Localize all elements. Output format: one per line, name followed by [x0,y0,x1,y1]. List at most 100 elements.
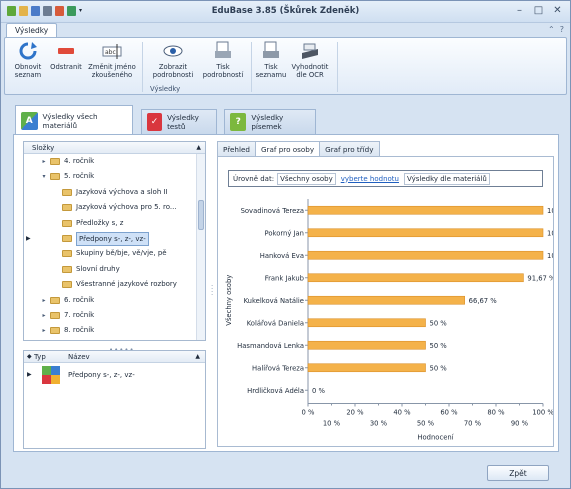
folder-icon [62,234,72,242]
chevron-down-icon[interactable]: ▾ [40,169,48,184]
ribbon-tab-vysledky[interactable]: Výsledky [6,23,58,38]
tree-item[interactable]: ▾ 5. ročník [24,169,205,184]
close-icon[interactable]: ✕ [549,4,566,18]
window-title: EduBase 3.85 (Škůrek Zdeněk) [211,6,360,16]
help-icon[interactable]: ? [560,25,564,34]
tree-item-label: 8. ročník [64,326,95,335]
refresh-button[interactable]: Obnovit seznam [11,41,45,79]
x-tick-label: 60 % [440,409,458,417]
category-label: Sovadinová Tereza [241,207,304,215]
rename-button[interactable]: abc Změnit jméno zkoušeného [87,41,137,79]
chevron-right-icon[interactable]: ▸ [40,323,48,338]
folder-icon [62,204,72,212]
x-tick-label: 100 % [532,409,553,417]
chevron-right-icon[interactable]: ▸ [40,293,48,308]
tab-written-exams[interactable]: ? Výsledky písemek [224,109,316,134]
graph-content: Úrovně dat: Všechny osoby vyberte hodnot… [217,156,554,447]
list-header: ◆ Typ Název ▲ [24,351,205,363]
data-levels-bar: Úrovně dat: Všechny osoby vyberte hodnot… [228,170,543,187]
rename-icon: abc [102,41,122,61]
tree-item[interactable]: ▸ 8. ročník [24,323,205,338]
content-panel: Složky ▲ ▸ 4. ročník ▾ 5. ročník Jazyková vý… [13,134,559,452]
tree-item[interactable]: Skupiny bě/bje, vě/vje, pě [24,246,205,261]
tree-item[interactable]: ▶ Předpony s-, z-, vz- [24,231,205,246]
results-bar-chart: Sovadinová Tereza 100 % Pokorný Jan 100 % Ha… [225,199,553,442]
folder-icon [62,219,72,227]
folder-icon [50,296,60,304]
tree-header[interactable]: Složky ▲ [24,142,205,154]
category-label: Hrdličková Adéla [247,387,304,395]
chevron-up-icon[interactable]: ⌃ [548,25,555,34]
tree-item[interactable]: Jazyková výchova pro 5. ro... [24,200,205,215]
tree-item-label: Jazyková výchova a sloh II [76,187,168,196]
vertical-splitter[interactable]: · · · · [211,283,213,299]
bar [307,295,465,305]
title-bar: ▾ EduBase 3.85 (Škůrek Zdeněk) – □ ✕ [1,1,570,23]
bar [307,205,544,215]
tree-item[interactable]: Jazyková výchova a sloh II [24,185,205,200]
print-details-button[interactable]: Tisk podrobností [201,41,245,79]
list-item-name: Předpony s-, z-, vz- [68,371,135,379]
level-select-value[interactable]: vyberte hodnotu [339,174,401,184]
level-all-persons[interactable]: Všechny osoby [277,172,336,185]
written-exam-icon: ? [230,113,247,131]
ribbon-separator [337,42,338,92]
tree-item[interactable]: Předložky s, z [24,216,205,231]
delete-icon [56,41,76,61]
chevron-right-icon[interactable]: ▸ [40,308,48,323]
back-button[interactable]: Zpět [487,465,549,481]
folder-icon [50,173,60,181]
delete-button[interactable]: Odstranit [49,41,83,71]
chevron-right-icon[interactable]: ▸ [40,339,48,340]
x-tick-label: 20 % [346,409,364,417]
category-label: Kolářová Daniela [247,319,304,327]
data-label: 66,67 % [469,297,498,305]
tab-all-materials[interactable]: A Výsledky všech materiálů [15,105,133,135]
tab-graph-classes[interactable]: Graf pro třídy [319,141,380,157]
column-name[interactable]: Název [68,351,90,363]
tree-item[interactable]: Slovní druhy [24,262,205,277]
data-label: 0 % [312,387,325,395]
ribbon: Obnovit seznam Odstranit abc Změnit jmén… [4,37,567,95]
tab-tests[interactable]: ✓ Výsledky testů [141,109,217,134]
tab-overview[interactable]: Přehled [217,141,256,157]
y-axis-title: Všechny osoby [225,275,233,326]
bar [307,228,544,238]
bar [307,340,426,350]
x-axis-title: Hodnocení [417,434,454,442]
tree-item[interactable]: ▸ 7. ročník [24,308,205,323]
tree-item[interactable]: ▸ 4. ročník [24,154,205,169]
tree-item[interactable]: Všestranné jazykové rozbory [24,277,205,292]
bottom-bar: Zpět [4,463,567,483]
folder-icon [62,281,72,289]
tab-graph-persons[interactable]: Graf pro osoby [254,141,321,157]
list-item[interactable]: ▶ Předpony s-, z-, vz- [24,363,205,387]
x-tick-label: 80 % [487,409,505,417]
minimize-icon[interactable]: – [511,4,528,18]
column-type[interactable]: Typ [34,351,46,363]
category-label: Kukelková Natálie [244,297,304,305]
x-tick-label: 50 % [417,420,435,428]
data-label: 100 % [547,229,553,237]
tree-scrollbar[interactable] [196,154,205,340]
show-details-button[interactable]: Zobrazit podrobnosti [150,41,196,79]
tree-item[interactable]: ▸ 9. ročník [24,339,205,340]
maximize-icon[interactable]: □ [530,4,547,18]
tree-scroll-thumb[interactable] [198,200,204,230]
category-label: Halířová Tereza [252,364,304,372]
folder-icon [50,327,60,335]
tree-item-label: Všestranné jazykové rozbory [76,280,177,289]
folder-icon [62,188,72,196]
tree-item[interactable]: ▸ 6. ročník [24,293,205,308]
folder-icon [50,158,60,165]
results-tabs: Přehled Graf pro osoby Graf pro třídy [217,141,380,157]
row-pointer-icon: ▶ [27,371,32,378]
ocr-evaluate-button[interactable]: Vyhodnotit dle OCR [290,41,330,79]
data-label: 50 % [430,342,448,350]
ribbon-tabs: Výsledky ⌃ ? [1,23,570,38]
app-window: ▾ EduBase 3.85 (Škůrek Zdeněk) – □ ✕ Výs… [0,0,571,489]
chevron-right-icon[interactable]: ▸ [40,154,48,169]
print-list-button[interactable]: Tisk seznamu [255,41,287,79]
svg-text:abc: abc [105,49,116,56]
level-by-materials[interactable]: Výsledky dle materiálů [403,172,490,185]
